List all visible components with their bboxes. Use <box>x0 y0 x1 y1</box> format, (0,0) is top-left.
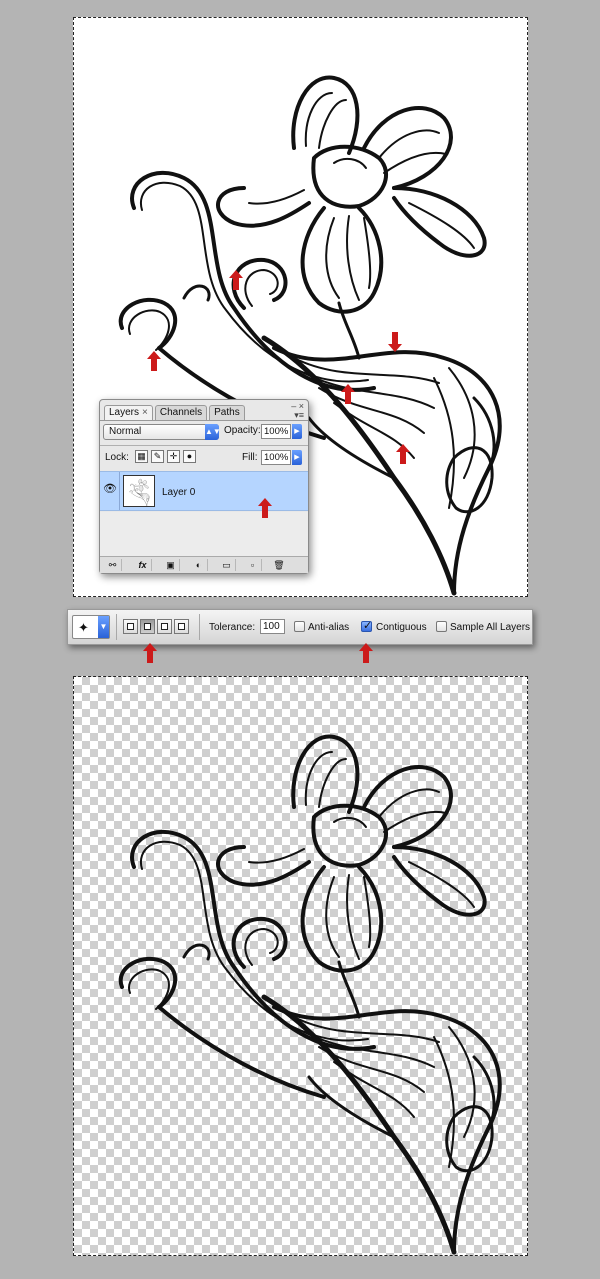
red-arrow-up-icon <box>359 643 373 663</box>
layer-thumbnail <box>123 475 155 507</box>
layers-panel-body: Normal ▲▼ Opacity: 100% ▶ Lock: ▦ ✎ ✛ ● … <box>100 420 308 573</box>
anti-alias-checkbox[interactable] <box>294 621 305 632</box>
blend-mode-value: Normal <box>109 426 142 437</box>
canvas-after-transparent[interactable] <box>73 676 528 1256</box>
red-arrow-up-icon <box>396 444 410 464</box>
divider <box>100 445 308 446</box>
sample-all-layers-checkbox[interactable] <box>436 621 447 632</box>
flower-illustration-isolated <box>74 677 528 1256</box>
magic-wand-icon: ✦ <box>78 620 89 635</box>
blend-mode-select[interactable]: Normal ▲▼ <box>103 424 221 440</box>
red-arrow-up-icon <box>229 270 243 290</box>
red-arrow-down-icon <box>388 332 402 352</box>
chevron-updown-icon: ▲▼ <box>205 424 221 440</box>
lock-label: Lock: <box>105 452 129 463</box>
divider <box>116 614 117 640</box>
divider <box>199 614 200 640</box>
layers-list-empty <box>100 512 308 558</box>
lock-transparent-icon[interactable]: ▦ <box>135 450 148 463</box>
thumbnail-image <box>129 478 150 506</box>
lock-position-icon[interactable]: ✛ <box>167 450 180 463</box>
layers-panel-tabs: Layers × Channels Paths <box>104 405 245 420</box>
trash-icon[interactable]: 🗑 <box>270 559 288 571</box>
tab-layers-label: Layers <box>109 407 140 418</box>
new-layer-icon[interactable]: ▫ <box>244 559 262 571</box>
contiguous-checkbox[interactable] <box>361 619 372 632</box>
tolerance-label: Tolerance: <box>209 622 256 633</box>
subtract-from-selection-button[interactable] <box>157 619 172 634</box>
fill-arrow-icon[interactable]: ▶ <box>292 450 302 465</box>
adjustment-icon[interactable]: ◐ <box>190 559 208 571</box>
opacity-arrow-icon[interactable]: ▶ <box>292 424 302 439</box>
layer-row[interactable]: 👁 Layer 0 <box>100 471 308 511</box>
sample-all-layers-label: Sample All Layers <box>450 622 531 633</box>
tab-layers[interactable]: Layers × <box>104 405 153 420</box>
intersect-selection-button[interactable] <box>174 619 189 634</box>
chevron-down-icon: ▼ <box>98 616 109 638</box>
tab-channels-label: Channels <box>159 407 203 418</box>
lock-all-icon[interactable]: ● <box>183 450 196 463</box>
layers-panel: Layers × Channels Paths – × ▾≡ Normal ▲▼ … <box>99 399 309 574</box>
new-selection-button[interactable] <box>123 619 138 634</box>
red-arrow-up-icon <box>341 384 355 404</box>
fill-label: Fill: <box>242 452 258 463</box>
link-icon[interactable]: ⚯ <box>104 559 122 571</box>
tolerance-input[interactable]: 100 <box>260 619 285 634</box>
opacity-label: Opacity: <box>224 425 261 436</box>
magic-wand-options-bar: ✦ ▼ Tolerance: 100 Anti-alias Contiguous… <box>67 609 533 645</box>
tool-preset-picker[interactable]: ✦ ▼ <box>72 615 110 639</box>
divider <box>119 472 120 510</box>
add-to-selection-button[interactable] <box>140 619 155 634</box>
layer-name: Layer 0 <box>162 487 196 498</box>
tab-paths-label: Paths <box>214 407 240 418</box>
tab-channels[interactable]: Channels <box>154 405 208 420</box>
red-arrow-up-icon <box>143 643 157 663</box>
anti-alias-label: Anti-alias <box>308 622 350 633</box>
red-arrow-up-icon <box>258 498 272 518</box>
opacity-field[interactable]: 100% <box>261 424 291 439</box>
eye-icon[interactable]: 👁 <box>103 482 117 496</box>
red-arrow-up-icon <box>147 351 161 371</box>
fill-field[interactable]: 100% <box>261 450 291 465</box>
mask-icon[interactable]: ▣ <box>162 559 180 571</box>
tab-paths[interactable]: Paths <box>209 405 245 420</box>
fx-icon[interactable]: fx <box>134 559 152 571</box>
close-icon[interactable]: × <box>142 407 148 418</box>
folder-icon[interactable]: ▭ <box>218 559 236 571</box>
lock-image-icon[interactable]: ✎ <box>151 450 164 463</box>
layers-panel-footer: ⚯ fx ▣ ◐ ▭ ▫ 🗑 <box>100 556 308 573</box>
contiguous-label: Contiguous <box>376 622 427 633</box>
